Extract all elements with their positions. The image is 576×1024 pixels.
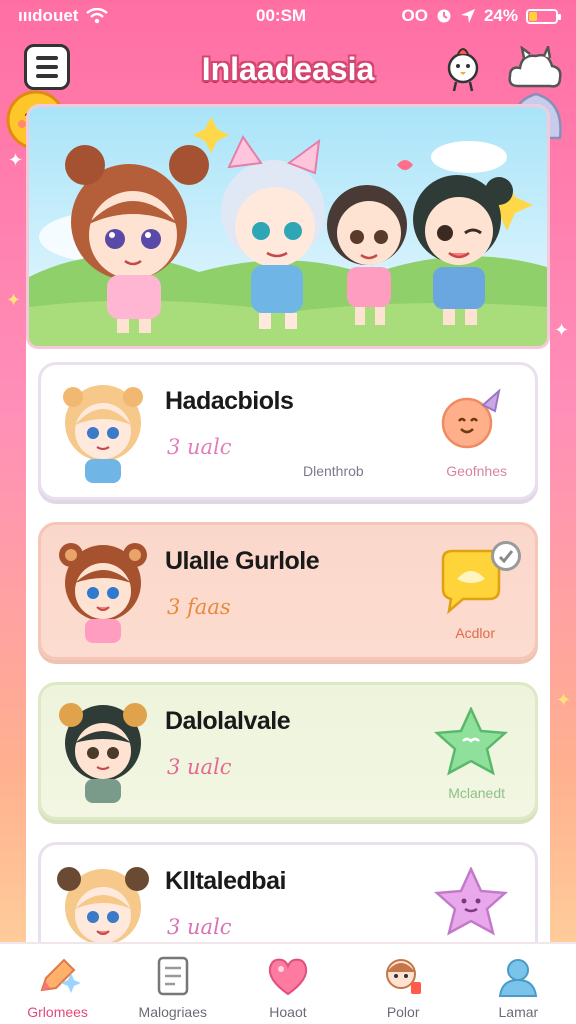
card-subtitle: 3 ualc	[167, 755, 232, 779]
nav-label: Polor	[386, 1004, 420, 1020]
nav-label: Grlomees	[27, 1004, 88, 1020]
status-left: ıııdouet	[18, 6, 109, 26]
bottom-nav: Grlomees Malogriaes Hoaot Polor Lamar	[0, 942, 576, 1024]
brown-bear-chibi-avatar	[59, 543, 147, 643]
chick-mascot-icon[interactable]	[440, 44, 486, 94]
content-panel: Hadacbiols 3 ualc Dlenthrob Geofnhes Ula…	[26, 104, 550, 944]
list-item[interactable]: Klltaledbai 3 ualc	[38, 842, 538, 944]
clock: 00:SM	[256, 6, 307, 25]
card-meta: Dlenthrob	[303, 463, 364, 479]
card-subtitle: 3 ualc	[167, 435, 232, 459]
app-header: Inlaadeasia	[0, 34, 576, 104]
battery-fill	[529, 11, 538, 21]
ice-cream-icon[interactable]	[433, 387, 509, 457]
card-action-label[interactable]: Acdlor	[455, 625, 495, 641]
blonde-chibi-avatar	[63, 385, 143, 483]
status-right: OO 24%	[401, 6, 561, 26]
profile-icon	[499, 959, 538, 997]
character-icon	[386, 959, 422, 994]
nav-item-lamar[interactable]: Lamar	[468, 954, 568, 1020]
nav-item-polor[interactable]: Polor	[353, 954, 453, 1020]
check-icon	[498, 550, 514, 564]
sparkle-decoration: ✦	[6, 290, 22, 310]
list-item[interactable]: Ulalle Gurlole 3 faas Acdlor	[38, 522, 538, 660]
menu-icon-line	[36, 74, 58, 78]
list-item[interactable]: Dalolalvale 3 ualc Mclanedt	[38, 682, 538, 820]
nav-item-hoaot[interactable]: Hoaot	[238, 954, 338, 1020]
check-badge[interactable]	[491, 541, 521, 571]
chibi-group-banner	[29, 107, 547, 346]
card-title: Hadacbiols	[165, 387, 294, 415]
nav-label: Malogriaes	[138, 1004, 208, 1020]
heart-icon	[268, 958, 308, 996]
card-action-label[interactable]: Geofnhes	[446, 463, 507, 479]
card-title: Dalolalvale	[165, 707, 291, 735]
status-bar: ıııdouet 00:SM OO 24%	[0, 0, 576, 32]
star-icon[interactable]	[433, 707, 509, 777]
battery-percent: 24%	[483, 6, 518, 25]
hero-banner[interactable]	[26, 104, 550, 349]
nav-item-grlomees[interactable]: Grlomees	[8, 954, 108, 1020]
nav-label: Hoaot	[269, 1004, 307, 1020]
card-action-label[interactable]: Mclanedt	[448, 785, 505, 801]
carrier-label: ıııdouet	[18, 6, 79, 25]
sparkle-decoration: ✦	[556, 690, 572, 710]
battery-icon	[526, 8, 561, 24]
card-title: Ulalle Gurlole	[165, 547, 320, 575]
nav-label: Lamar	[498, 1004, 539, 1020]
indicator-text: OO	[401, 6, 428, 25]
purple-star-icon[interactable]	[433, 867, 509, 937]
card-title: Klltaledbai	[165, 867, 286, 895]
battery-tip	[558, 13, 561, 20]
alarm-icon	[437, 9, 451, 23]
sparkle-decoration: ✦	[554, 320, 570, 340]
menu-icon-line	[36, 65, 58, 69]
card-subtitle: 3 ualc	[167, 915, 232, 939]
wifi-icon	[86, 8, 109, 24]
app-title: Inlaadeasia	[201, 50, 375, 87]
nav-item-malogriaes[interactable]: Malogriaes	[123, 954, 223, 1020]
card-subtitle: 3 faas	[167, 595, 231, 619]
bear-ears-chibi-avatar	[57, 867, 149, 944]
sparkle-pencil-icon	[40, 958, 80, 993]
sparkle-decoration: ✦	[8, 150, 24, 170]
dark-hair-chibi-avatar	[59, 703, 147, 803]
list-item[interactable]: Hadacbiols 3 ualc Dlenthrob Geofnhes	[38, 362, 538, 500]
menu-icon-line	[36, 56, 58, 60]
location-icon	[460, 9, 475, 23]
notebook-icon	[157, 956, 189, 996]
